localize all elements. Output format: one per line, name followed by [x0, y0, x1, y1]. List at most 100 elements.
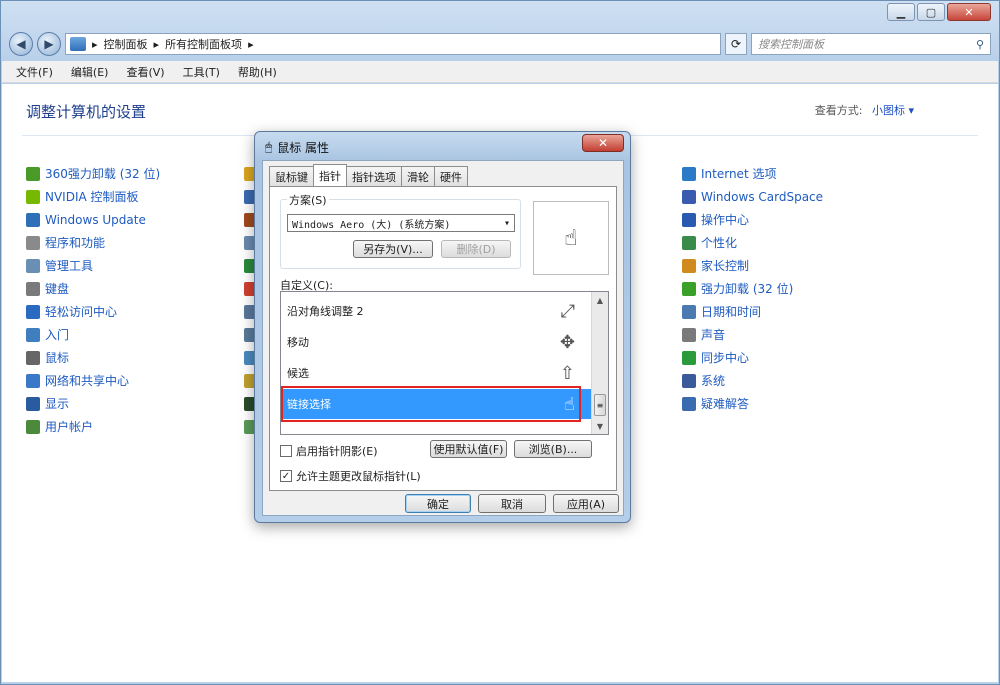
right-item-icon [682, 258, 696, 273]
right-item[interactable]: 个性化 [682, 231, 823, 254]
shadow-checkbox[interactable] [280, 445, 292, 457]
right-item-icon [682, 212, 696, 227]
tab-pointer-options[interactable]: 指针选项 [346, 166, 402, 186]
baidu-watermark: Bai经验 jingyan.baidu.com [804, 588, 940, 654]
view-mode: 查看方式: 小图标 ▾ [815, 102, 914, 118]
maximize-button[interactable]: ▢ [917, 3, 945, 21]
breadcrumb-control-panel[interactable]: 控制面板 [104, 36, 148, 52]
right-item[interactable]: 声音 [682, 323, 823, 346]
list-item[interactable]: 候选 ⇧ [281, 358, 591, 388]
theme-checkbox-row[interactable]: ✓ 允许主题更改鼠标指针(L) [280, 468, 421, 484]
right-item-label: 声音 [701, 328, 726, 342]
left-item-label: 轻松访问中心 [45, 305, 118, 319]
address-bar[interactable]: ▸ 控制面板 ▸ 所有控制面板项 ▸ [65, 33, 721, 55]
left-item-icon [26, 281, 40, 296]
left-item[interactable]: Windows Update [26, 208, 160, 231]
left-item[interactable]: 显示 [26, 392, 160, 415]
right-item[interactable]: 操作中心 [682, 208, 823, 231]
view-mode-dropdown[interactable]: 小图标 ▾ [872, 104, 914, 117]
tab-buttons[interactable]: 鼠标键 [269, 166, 314, 186]
dialog-body: 鼠标键 指针 指针选项 滑轮 硬件 方案(S) Windows Aero (大)… [262, 160, 624, 516]
left-item-icon [26, 373, 40, 388]
left-item-label: 360强力卸载 (32 位) [45, 167, 161, 181]
right-item[interactable]: Windows CardSpace [682, 185, 823, 208]
list-item[interactable]: 移动 ✥ [281, 327, 591, 357]
delete-button[interactable]: 删除(D) [441, 240, 511, 258]
breadcrumb-separator: ▸ [153, 37, 160, 51]
right-item[interactable]: 系统 [682, 369, 823, 392]
right-item[interactable]: 同步中心 [682, 346, 823, 369]
right-item[interactable]: Internet 选项 [682, 162, 823, 185]
scroll-up-icon[interactable]: ▲ [592, 292, 608, 308]
left-item[interactable]: 程序和功能 [26, 231, 160, 254]
menu-edit[interactable]: 编辑(E) [71, 64, 109, 80]
left-item[interactable]: 入门 [26, 323, 160, 346]
right-item-label: 系统 [701, 374, 726, 388]
tab-strip: 鼠标键 指针 指针选项 滑轮 硬件 [269, 164, 468, 186]
left-item[interactable]: 键盘 [26, 277, 160, 300]
ok-button[interactable]: 确定 [405, 494, 471, 513]
right-item[interactable]: 家长控制 [682, 254, 823, 277]
use-default-button[interactable]: 使用默认值(F) [430, 440, 507, 458]
left-item[interactable]: NVIDIA 控制面板 [26, 185, 160, 208]
apply-button[interactable]: 应用(A) [553, 494, 619, 513]
watermark-url: jingyan.baidu.com [812, 639, 933, 654]
right-item-label: Internet 选项 [701, 167, 777, 181]
shadow-checkbox-row[interactable]: 启用指针阴影(E) [280, 443, 378, 459]
right-item[interactable]: 强力卸载 (32 位) [682, 277, 823, 300]
left-item[interactable]: 轻松访问中心 [26, 300, 160, 323]
scroll-down-icon[interactable]: ▼ [592, 418, 608, 434]
breadcrumb-all-items[interactable]: 所有控制面板项 [165, 36, 242, 52]
highlight-outline [281, 386, 581, 422]
watermark-logo: Bai经验 [804, 599, 940, 641]
menu-view[interactable]: 查看(V) [126, 64, 164, 80]
left-item[interactable]: 管理工具 [26, 254, 160, 277]
left-item-icon [26, 396, 40, 411]
menu-help[interactable]: 帮助(H) [238, 64, 277, 80]
window-controls: ▁ ▢ ✕ [887, 3, 991, 21]
page-title: 调整计算机的设置 [26, 103, 147, 121]
dialog-title-text: 鼠标 属性 [277, 141, 330, 155]
right-item[interactable]: 日期和时间 [682, 300, 823, 323]
left-item[interactable]: 网络和共享中心 [26, 369, 160, 392]
browse-button[interactable]: 浏览(B)... [514, 440, 592, 458]
left-item-icon [26, 212, 40, 227]
tab-hardware[interactable]: 硬件 [434, 166, 468, 186]
menu-tools[interactable]: 工具(T) [183, 64, 220, 80]
scheme-group: 方案(S) Windows Aero (大) (系统方案) ▾ 另存为(V)..… [280, 192, 521, 269]
close-button[interactable]: ✕ [947, 3, 991, 21]
left-item-label: NVIDIA 控制面板 [45, 190, 139, 204]
left-item-label: 入门 [45, 328, 70, 342]
theme-checkbox[interactable]: ✓ [280, 470, 292, 482]
left-item-label: 程序和功能 [45, 236, 106, 250]
tab-pointers[interactable]: 指针 [313, 164, 347, 186]
left-item[interactable]: 360强力卸载 (32 位) [26, 162, 160, 185]
list-item[interactable]: 沿对角线调整 2 ⤢ [281, 296, 591, 326]
back-arrow-icon[interactable]: ◀ [9, 32, 33, 56]
forward-arrow-icon[interactable]: ▶ [37, 32, 61, 56]
view-mode-label: 查看方式: [814, 104, 863, 117]
cursor-list[interactable]: 沿对角线调整 2 ⤢ 移动 ✥ 候选 ⇧ 链接选择 ☝ ▲ ≡ ▼ [280, 291, 609, 435]
scheme-select[interactable]: Windows Aero (大) (系统方案) ▾ [287, 214, 515, 232]
right-item-icon [682, 189, 696, 204]
left-item-label: 用户帐户 [45, 420, 94, 434]
scroll-thumb[interactable]: ≡ [594, 394, 606, 416]
search-icon[interactable]: ⚲ [976, 38, 984, 51]
right-item[interactable]: 疑难解答 [682, 392, 823, 415]
cancel-button[interactable]: 取消 [478, 494, 546, 513]
left-item[interactable]: 鼠标 [26, 346, 160, 369]
explorer-window: ▁ ▢ ✕ ◀ ▶ ▸ 控制面板 ▸ 所有控制面板项 ▸ ⟳ 搜索控制面板 ⚲ … [0, 0, 1000, 685]
list-scrollbar[interactable]: ▲ ≡ ▼ [591, 292, 608, 434]
refresh-icon[interactable]: ⟳ [725, 33, 747, 55]
right-item-label: 疑难解答 [701, 397, 750, 411]
menu-file[interactable]: 文件(F) [16, 64, 53, 80]
dialog-close-button[interactable]: ✕ [582, 134, 624, 152]
save-as-button[interactable]: 另存为(V)... [353, 240, 433, 258]
left-item[interactable]: 用户帐户 [26, 415, 160, 438]
chevron-down-icon: ▾ [503, 217, 510, 229]
left-item-label: 显示 [45, 397, 70, 411]
search-input[interactable]: 搜索控制面板 ⚲ [751, 33, 991, 55]
tab-wheel[interactable]: 滑轮 [401, 166, 435, 186]
minimize-button[interactable]: ▁ [887, 3, 915, 21]
theme-label: 允许主题更改鼠标指针(L) [296, 470, 421, 483]
